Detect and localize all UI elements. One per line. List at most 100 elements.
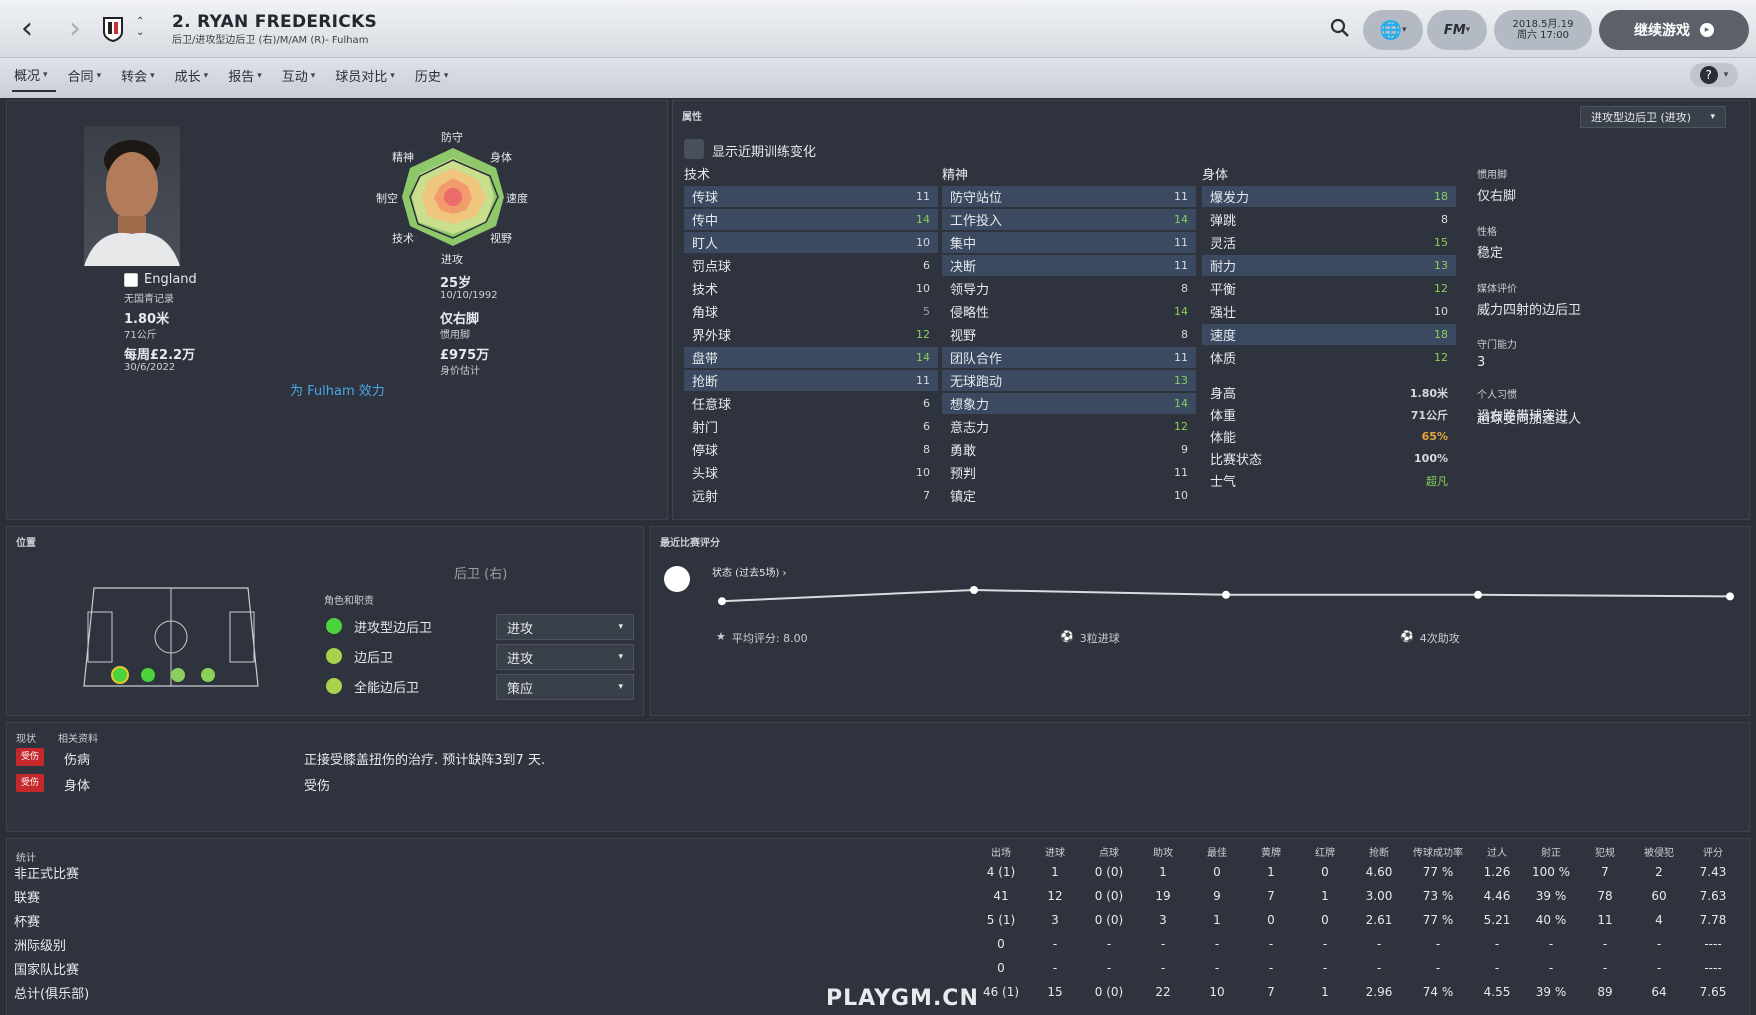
attribute-row[interactable]: 领导力 8: [942, 278, 1196, 299]
stats-cell: -: [1160, 961, 1166, 975]
form-point[interactable]: [718, 597, 726, 606]
attribute-row[interactable]: 无球跑动 13: [942, 370, 1196, 391]
attribute-row[interactable]: 决断 11: [942, 255, 1196, 276]
attribute-row[interactable]: 停球 8: [684, 439, 938, 460]
stats-column-header[interactable]: 抢断: [1352, 842, 1406, 860]
attribute-row[interactable]: 侵略性 14: [942, 301, 1196, 322]
help-button[interactable]: ? ▾: [1690, 63, 1738, 87]
status-tab[interactable]: 现状: [16, 730, 36, 745]
stats-column-header[interactable]: 进球: [1028, 842, 1082, 860]
attribute-row[interactable]: 视野 8: [942, 324, 1196, 345]
duty-select[interactable]: 策应 ▾: [496, 674, 634, 700]
duty-select[interactable]: 进攻 ▾: [496, 614, 634, 640]
stats-row[interactable]: 国家队比赛 0- - - - - - - - - - - - ----: [14, 956, 1740, 980]
stats-row[interactable]: 杯赛 5 (1) 3 0 (0) 3 1 0 0 2.61 77 % 5.21 40 % 11 4 7.78: [14, 908, 1740, 932]
attribute-row[interactable]: 盘带 14: [684, 347, 938, 368]
stats-column-header[interactable]: 射正: [1524, 842, 1578, 860]
tab-reports[interactable]: 报告 ▾: [226, 63, 270, 92]
attribute-row[interactable]: 技术 10: [684, 278, 938, 299]
tab-contract[interactable]: 合同 ▾: [66, 63, 110, 92]
attribute-row[interactable]: 工作投入 14: [942, 209, 1196, 230]
attribute-value: 10: [916, 466, 930, 479]
stats-cell: -: [1548, 961, 1554, 975]
stats-column-header[interactable]: 红牌: [1298, 842, 1352, 860]
tab-overview[interactable]: 概况 ▾: [12, 63, 56, 92]
attribute-row[interactable]: 传中 14: [684, 209, 938, 230]
calendar-button[interactable]: 2018.5月.19 周六 17:00: [1494, 10, 1592, 50]
attribute-row[interactable]: 想象力 14: [942, 393, 1196, 414]
fm-menu-button[interactable]: FM ▾: [1427, 10, 1487, 50]
tab-interaction[interactable]: 互动 ▾: [280, 63, 324, 92]
attribute-row[interactable]: 意志力 12: [942, 416, 1196, 437]
attribute-row[interactable]: 远射 7: [684, 485, 938, 506]
club-crest-icon[interactable]: [102, 16, 124, 43]
stats-row[interactable]: 联赛 41 12 0 (0) 19 9 7 1 3.00 73 % 4.46 39 % 78 60 7.63: [14, 884, 1740, 908]
attribute-row[interactable]: 角球 5: [684, 301, 938, 322]
side-info-value: 仅右脚: [1477, 189, 1517, 204]
stats-cell: -: [1214, 961, 1220, 975]
attribute-value: 10: [1174, 489, 1188, 502]
height-value: 1.80米: [124, 312, 170, 327]
attribute-row[interactable]: 速度 18: [1202, 324, 1456, 345]
attribute-row[interactable]: 勇敢 9: [942, 439, 1196, 460]
form-point[interactable]: [1222, 590, 1230, 599]
attribute-name: 射门: [692, 421, 719, 436]
attribute-row[interactable]: 抢断 11: [684, 370, 938, 391]
attribute-row[interactable]: 界外球 12: [684, 324, 938, 345]
stats-column-header[interactable]: 黄牌: [1244, 842, 1298, 860]
club-link[interactable]: 为 Fulham 效力: [290, 380, 385, 399]
attribute-row[interactable]: 传球 11: [684, 186, 938, 207]
world-menu-button[interactable]: 🌐 ▾: [1363, 10, 1423, 50]
nation-label[interactable]: England: [144, 272, 197, 287]
attribute-row[interactable]: 平衡 12: [1202, 278, 1456, 299]
form-point[interactable]: [1726, 592, 1734, 601]
attribute-row[interactable]: 罚点球 6: [684, 255, 938, 276]
attribute-row[interactable]: 强壮 10: [1202, 301, 1456, 322]
forward-arrow-icon[interactable]: ›: [60, 12, 90, 46]
tab-compare[interactable]: 球员对比 ▾: [333, 63, 403, 92]
attribute-row[interactable]: 镇定 10: [942, 485, 1196, 506]
attribute-row[interactable]: 耐力 13: [1202, 255, 1456, 276]
attribute-row[interactable]: 防守站位 11: [942, 186, 1196, 207]
stats-column-header[interactable]: 最佳: [1190, 842, 1244, 860]
form-link[interactable]: 状态 (过去5场) ›: [712, 564, 787, 579]
form-point[interactable]: [1474, 590, 1482, 599]
stats-column-header[interactable]: 出场: [974, 842, 1028, 860]
tab-label: 球员对比: [335, 70, 388, 85]
side-info-value: 趟球变向加速过人: [1477, 412, 1582, 427]
stats-column-header[interactable]: 点球: [1082, 842, 1136, 860]
attribute-row[interactable]: 灵活 15: [1202, 232, 1456, 253]
attribute-row[interactable]: 射门 6: [684, 416, 938, 437]
attribute-name: 工作投入: [950, 214, 1003, 229]
attribute-row[interactable]: 体质 12: [1202, 347, 1456, 368]
attribute-row[interactable]: 团队合作 11: [942, 347, 1196, 368]
role-select[interactable]: 进攻型边后卫 (进攻) ▾: [1580, 106, 1726, 128]
duty-select[interactable]: 进攻 ▾: [496, 644, 634, 670]
attribute-row[interactable]: 预判 11: [942, 462, 1196, 483]
attribute-row[interactable]: 头球 10: [684, 462, 938, 483]
stats-column-header[interactable]: 过人: [1470, 842, 1524, 860]
tab-transfer[interactable]: 转会 ▾: [119, 63, 163, 92]
stats-column-header[interactable]: 犯规: [1578, 842, 1632, 860]
search-icon[interactable]: [1328, 16, 1352, 40]
stats-cell: 7.78: [1699, 913, 1727, 927]
stats-column-header[interactable]: 评分: [1686, 842, 1740, 860]
attribute-row[interactable]: 弹跳 8: [1202, 209, 1456, 230]
tab-history[interactable]: 历史 ▾: [413, 63, 457, 92]
stats-column-header[interactable]: 助攻: [1136, 842, 1190, 860]
attribute-row[interactable]: 任意球 6: [684, 393, 938, 414]
form-point[interactable]: [970, 586, 978, 594]
stats-column-header[interactable]: 被侵犯: [1632, 842, 1686, 860]
attribute-row[interactable]: 盯人 10: [684, 232, 938, 253]
show-changes-checkbox[interactable]: [684, 139, 704, 159]
tab-development[interactable]: 成长 ▾: [173, 63, 217, 92]
stats-row[interactable]: 非正式比赛 4 (1) 1 0 (0) 1 0 1 0 4.60 77 % 1.26 100 % 7 2 7…: [14, 860, 1740, 884]
continue-button[interactable]: 继续游戏 ▸: [1599, 10, 1749, 50]
stats-row[interactable]: 洲际级别 0- - - - - - - - - - - - ----: [14, 932, 1740, 956]
player-switch-icon[interactable]: ⌃ ⌄: [136, 16, 144, 38]
attribute-row[interactable]: 集中 11: [942, 232, 1196, 253]
attribute-row[interactable]: 爆发力 18: [1202, 186, 1456, 207]
related-tab[interactable]: 相关资料: [58, 730, 98, 745]
back-arrow-icon[interactable]: ‹: [12, 12, 42, 46]
stats-column-header[interactable]: 传球成功率: [1406, 842, 1470, 860]
